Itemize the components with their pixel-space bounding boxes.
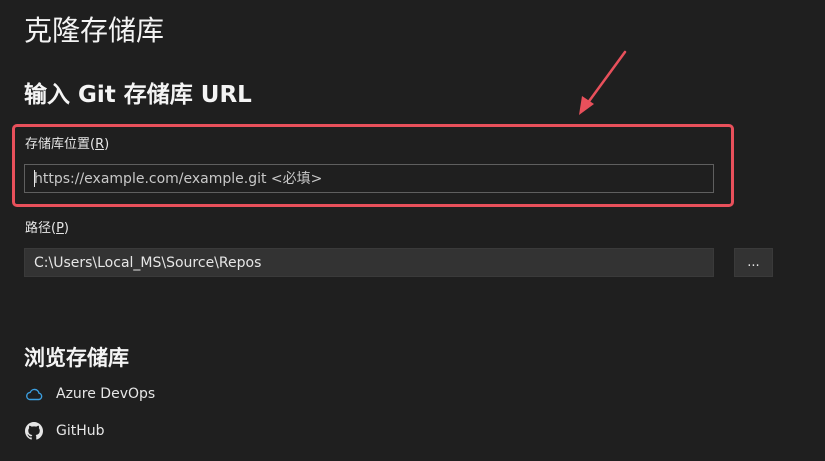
path-label: 路径(P) [25,220,69,238]
section-heading-enter-url: 输入 Git 存储库 URL [24,82,252,108]
repo-location-label-text: 存储库位置( [25,137,96,152]
path-label-close: ) [63,221,69,236]
repo-location-label-close: ) [104,137,110,152]
text-caret [34,170,35,187]
github-icon [24,421,44,441]
browse-repositories-heading: 浏览存储库 [24,346,129,370]
github-label: GitHub [56,423,105,439]
page-title: 克隆存储库 [24,14,165,47]
cloud-icon [24,384,44,404]
path-label-text: 路径( [25,221,57,236]
path-accelerator: P [56,221,64,236]
clone-repository-page: 克隆存储库 输入 Git 存储库 URL 存储库位置(R) 路径(P) ... … [0,0,825,461]
repo-location-input[interactable] [24,164,714,193]
azure-devops-label: Azure DevOps [56,386,156,402]
github-link[interactable]: GitHub [24,420,105,442]
repo-location-accelerator: R [95,137,105,152]
azure-devops-link[interactable]: Azure DevOps [24,383,155,405]
path-input[interactable] [24,248,714,277]
browse-folder-button[interactable]: ... [734,248,773,277]
repo-location-label: 存储库位置(R) [25,136,109,154]
